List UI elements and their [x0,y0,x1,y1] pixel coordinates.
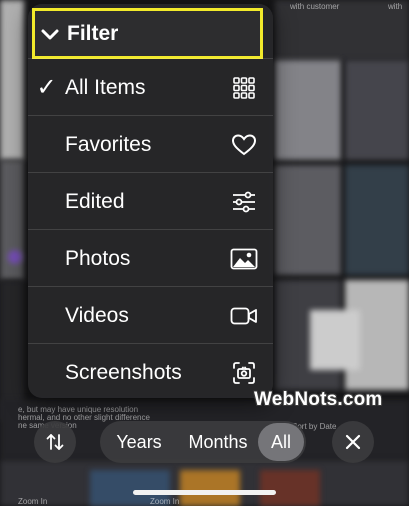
screenshot-icon [229,358,259,388]
background-text-top-right: with customer [290,2,340,11]
close-button[interactable] [332,421,374,463]
menu-item-videos[interactable]: Videos [28,286,273,344]
checkmark-icon: ✓ [36,74,57,101]
menu-item-favorites[interactable]: Favorites [28,115,273,173]
background-text-zoom-in-2: Zoom In [150,497,180,506]
segment-all[interactable]: All [258,423,304,461]
webnots-watermark: WebNots.com [254,389,383,410]
sort-arrows-icon [46,434,64,450]
menu-item-label: All Items [65,75,146,99]
filter-title: Filter [67,21,119,45]
segment-months[interactable]: Months [178,421,258,463]
video-camera-icon [229,301,259,331]
menu-item-edited[interactable]: Edited [28,172,273,230]
menu-item-screenshots[interactable]: Screenshots [28,343,273,398]
menu-item-label: Edited [65,189,125,213]
grid-icon [229,73,259,103]
segment-years[interactable]: Years [108,421,170,463]
heart-icon [229,130,259,160]
time-range-segmented-control: Years Months All [100,421,306,463]
photo-icon [229,244,259,274]
filter-menu: Filter ✓ All Items Favorites Edited Phot… [28,4,273,398]
menu-item-all-items[interactable]: ✓ All Items [28,58,273,116]
menu-item-label: Screenshots [65,360,182,384]
sliders-icon [229,187,259,217]
menu-item-label: Videos [65,303,129,327]
menu-item-photos[interactable]: Photos [28,229,273,287]
menu-item-label: Photos [65,246,131,270]
filter-menu-header[interactable]: Filter [32,8,263,59]
background-text-zoom-in: Zoom In [18,497,48,506]
menu-item-label: Favorites [65,132,152,156]
close-icon [345,434,361,450]
sort-button[interactable] [34,421,76,463]
bottom-toolbar: Years Months All [0,418,409,466]
home-indicator[interactable] [133,490,276,495]
chevron-down-icon [41,29,59,39]
background-text-edge-right: with [388,2,403,11]
